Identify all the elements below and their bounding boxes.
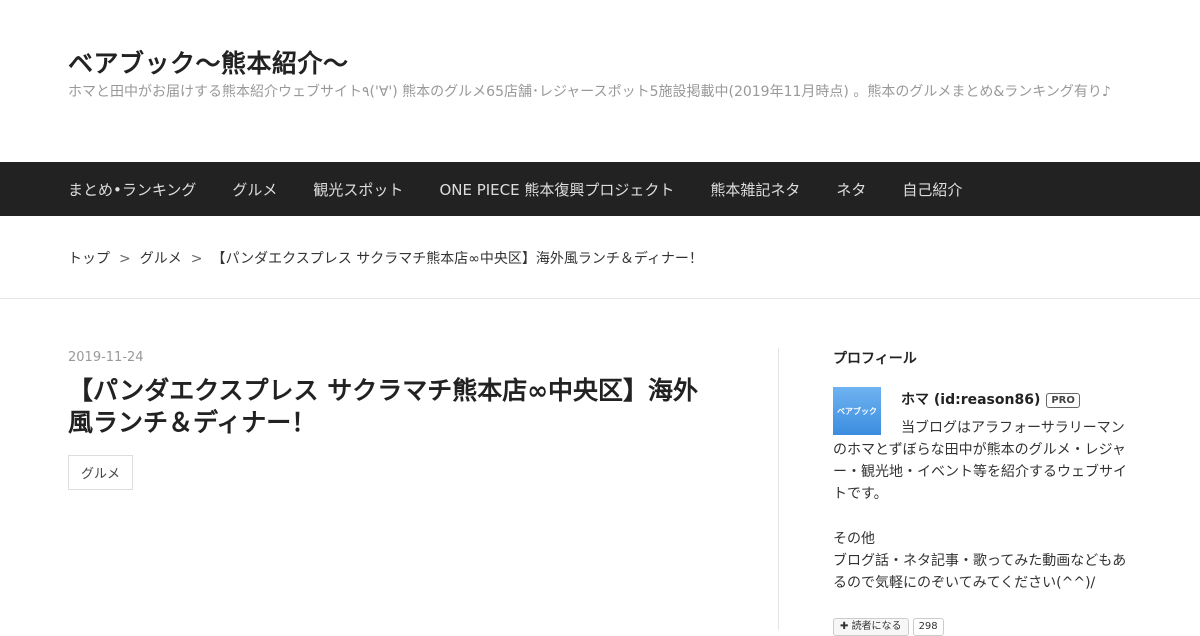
breadcrumb-separator: > — [190, 251, 203, 267]
avatar-logo-text: ベアブック — [837, 406, 877, 416]
profile-other: その他 ブログ話・ネタ記事・歌ってみた動画などもあるので気軽にのぞいてみてくださ… — [833, 528, 1133, 594]
nav-item-kumamoto-zakki[interactable]: 熊本雑記ネタ — [710, 179, 800, 200]
breadcrumb-category-link[interactable]: グルメ — [140, 251, 182, 267]
nav-item-gourmet[interactable]: グルメ — [232, 179, 277, 200]
plus-icon: ✚ — [840, 621, 852, 632]
nav-item-matome-ranking[interactable]: まとめ•ランキング — [68, 179, 196, 200]
subscribe-label: 読者になる — [851, 621, 902, 632]
subscriber-count: 298 — [912, 618, 944, 636]
pro-badge: PRO — [1046, 393, 1080, 408]
blog-header: ベアブック～熊本紹介～ ホマと田中がお届けする熊本紹介ウェブサイト٩('∀') … — [0, 0, 1200, 162]
profile-other-title: その他 — [833, 531, 875, 547]
blog-title[interactable]: ベアブック～熊本紹介～ — [68, 44, 349, 80]
global-nav: まとめ•ランキング グルメ 観光スポット ONE PIECE 熊本復興プロジェク… — [0, 162, 1200, 216]
breadcrumb-separator: > — [119, 251, 131, 267]
profile-name-link[interactable]: ホマ (id:reason86) — [901, 392, 1040, 408]
blog-description: ホマと田中がお届けする熊本紹介ウェブサイト٩('∀') 熊本のグルメ65店舗･レ… — [68, 84, 1111, 100]
nav-item-one-piece[interactable]: ONE PIECE 熊本復興プロジェクト — [439, 179, 674, 200]
sidebar-profile: プロフィール ベアブック ホマ (id:reason86) PRO 当ブログはアラ… — [833, 348, 1133, 636]
breadcrumb: トップ > グルメ > 【パンダエクスプレス サクラマチ熊本店∞中央区】海外風ランチ＆デ… — [68, 248, 703, 268]
entry-main: 2019-11-24 【パンダエクスプレス サクラマチ熊本店∞中央区】海外風ラン… — [68, 350, 718, 490]
entry-title[interactable]: 【パンダエクスプレス サクラマチ熊本店∞中央区】海外風ランチ＆ディナー！ — [68, 375, 718, 439]
profile-other-text: ブログ話・ネタ記事・歌ってみた動画などもあるので気軽にのぞいてみてください(^^… — [833, 553, 1127, 591]
nav-item-sightseeing[interactable]: 観光スポット — [313, 179, 403, 200]
sidebar-divider — [778, 348, 779, 630]
profile-name-row: ホマ (id:reason86) PRO — [901, 389, 1080, 409]
profile-heading: プロフィール — [833, 351, 917, 367]
nav-list: まとめ•ランキング グルメ 観光スポット ONE PIECE 熊本復興プロジェク… — [68, 162, 998, 216]
subscribe-widget: ✚ 読者になる 298 — [833, 618, 944, 636]
entry-date[interactable]: 2019-11-24 — [68, 350, 718, 365]
breadcrumb-current: 【パンダエクスプレス サクラマチ熊本店∞中央区】海外風ランチ＆ディナー！ — [211, 251, 703, 267]
header-divider — [0, 298, 1200, 299]
breadcrumb-top-link[interactable]: トップ — [68, 251, 110, 267]
entry-category-tag[interactable]: グルメ — [68, 455, 134, 490]
nav-item-self-intro[interactable]: 自己紹介 — [902, 179, 962, 200]
subscribe-button[interactable]: ✚ 読者になる — [833, 618, 909, 636]
profile-description: 当ブログはアラフォーサラリーマンのホマとずぼらな田中が熊本のグルメ・レジャー・観… — [833, 420, 1127, 502]
nav-item-neta[interactable]: ネタ — [836, 179, 866, 200]
